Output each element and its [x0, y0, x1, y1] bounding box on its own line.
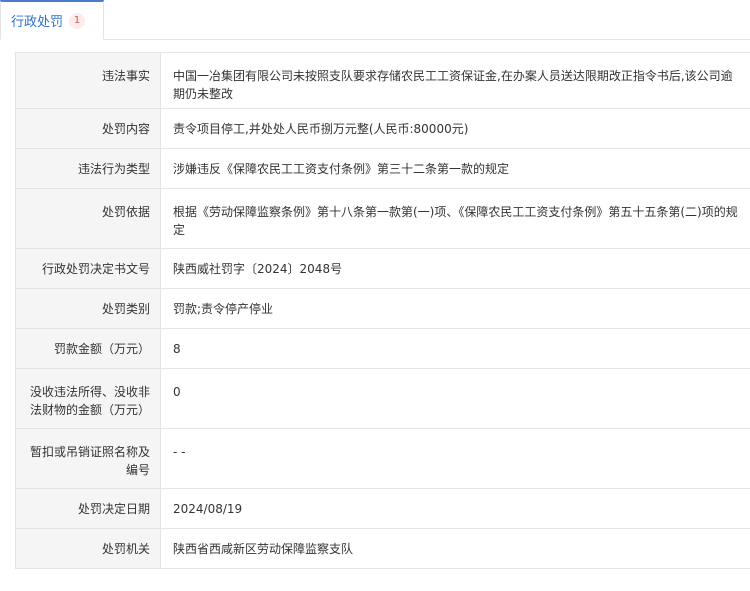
row-label-violation-type: 违法行为类型 — [16, 149, 161, 188]
row-value-penalty-authority: 陕西省西咸新区劳动保障监察支队 — [173, 541, 354, 556]
row-label-decision-number: 行政处罚决定书文号 — [16, 249, 161, 288]
row-label-penalty-authority: 处罚机关 — [16, 529, 161, 568]
row-value-license-revocation: - - — [173, 445, 186, 459]
row-value-violation-type: 涉嫌违反《保障农民工工资支付条例》第三十二条第一款的规定 — [173, 161, 510, 176]
row-label-fine-amount: 罚款金额（万元） — [16, 329, 161, 368]
row-label-decision-date: 处罚决定日期 — [16, 489, 161, 528]
table-row: 行政处罚决定书文号 陕西威社罚字〔2024〕2048号 — [16, 249, 750, 289]
row-label-penalty-content: 处罚内容 — [16, 109, 161, 148]
row-value-decision-date: 2024/08/19 — [173, 501, 243, 516]
row-value-penalty-category: 罚款;责令停产停业 — [173, 301, 274, 316]
row-value-confiscation-amount: 0 — [173, 385, 181, 399]
tab-label: 行政处罚 — [11, 15, 64, 30]
tab-administrative-penalty[interactable]: 行政处罚 1 — [0, 0, 104, 40]
table-row: 处罚依据 根据《劳动保障监察条例》第十八条第一款第(一)项、《保障农民工工资支付… — [16, 189, 750, 249]
tab-bar: 行政处罚 1 — [0, 0, 750, 40]
table-row: 没收违法所得、没收非法财物的金额（万元） 0 — [16, 369, 750, 429]
row-label-penalty-category: 处罚类别 — [16, 289, 161, 328]
table-row: 违法行为类型 涉嫌违反《保障农民工工资支付条例》第三十二条第一款的规定 — [16, 149, 750, 189]
row-label-confiscation-amount: 没收违法所得、没收非法财物的金额（万元） — [16, 369, 161, 428]
table-row: 处罚机关 陕西省西咸新区劳动保障监察支队 — [16, 529, 750, 569]
row-label-penalty-basis: 处罚依据 — [16, 189, 161, 248]
table-row: 处罚类别 罚款;责令停产停业 — [16, 289, 750, 329]
row-value-violation-facts: 中国一冶集团有限公司未按照支队要求存储农民工工资保证金,在办案人员送达限期改正指… — [173, 69, 733, 101]
row-label-license-revocation: 暂扣或吊销证照名称及编号 — [16, 429, 161, 488]
row-label-violation-facts: 违法事实 — [16, 53, 161, 108]
table-row: 罚款金额（万元） 8 — [16, 329, 750, 369]
row-value-decision-number: 陕西威社罚字〔2024〕2048号 — [173, 261, 343, 276]
row-value-fine-amount: 8 — [173, 341, 181, 356]
table-row: 暂扣或吊销证照名称及编号 - - — [16, 429, 750, 489]
table-row: 处罚内容 责令项目停工,并处处人民币捌万元整(人民币:80000元) — [16, 109, 750, 149]
table-row: 处罚决定日期 2024/08/19 — [16, 489, 750, 529]
row-value-penalty-basis: 根据《劳动保障监察条例》第十八条第一款第(一)项、《保障农民工工资支付条例》第五… — [173, 205, 738, 237]
row-value-penalty-content: 责令项目停工,并处处人民币捌万元整(人民币:80000元) — [173, 121, 469, 136]
penalty-detail-table: 违法事实 中国一冶集团有限公司未按照支队要求存储农民工工资保证金,在办案人员送达… — [15, 52, 750, 569]
tab-count-badge: 1 — [69, 12, 86, 29]
table-row: 违法事实 中国一冶集团有限公司未按照支队要求存储农民工工资保证金,在办案人员送达… — [16, 53, 750, 109]
